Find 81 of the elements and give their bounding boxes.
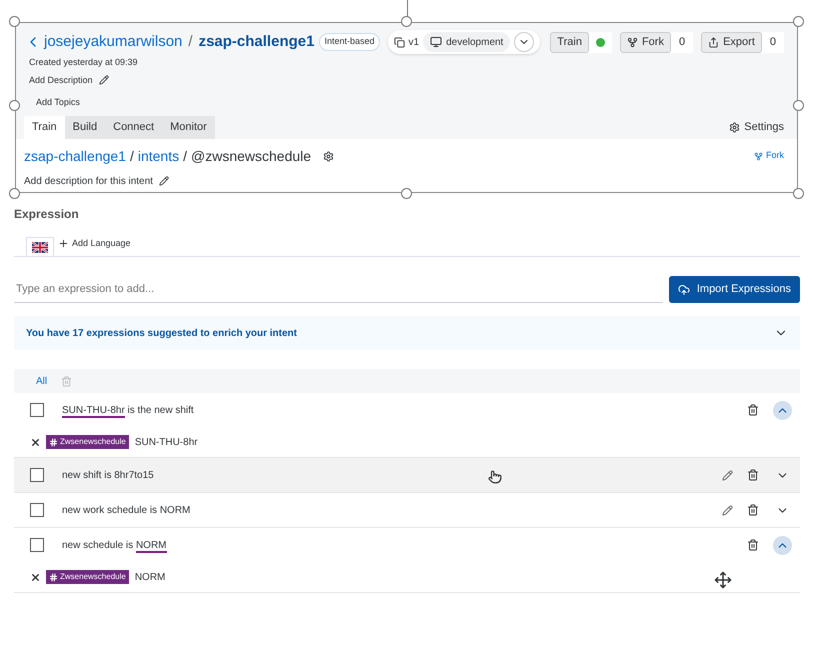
resize-handle[interactable]: [9, 188, 20, 198]
expression-text: new work schedule is NORM: [62, 504, 190, 518]
resize-handle[interactable]: [793, 100, 804, 111]
owner-link[interactable]: josejeyakumarwilson: [44, 30, 182, 54]
settings-icon[interactable]: [323, 150, 334, 162]
uk-flag-icon: [32, 242, 48, 253]
created-label: Created yesterday at 09:39: [29, 56, 139, 69]
pencil-icon[interactable]: [98, 75, 109, 86]
action-button[interactable]: Fork: [620, 32, 671, 52]
remove-icon[interactable]: [30, 436, 41, 448]
monitor-icon: [430, 36, 442, 48]
resize-handle[interactable]: [793, 16, 804, 27]
add-description-link[interactable]: Add Description: [29, 74, 93, 87]
hash-icon: [49, 572, 58, 582]
tab[interactable]: Connect: [105, 116, 162, 138]
version-label: v1: [408, 36, 420, 50]
expression-text: SUN-THU-8hr is the new shift: [62, 404, 194, 418]
path-separator: /: [130, 146, 134, 166]
expression-input[interactable]: Type an expression to add...: [14, 276, 663, 302]
tab[interactable]: Monitor: [162, 116, 215, 138]
settings-icon: [729, 122, 740, 133]
action-button[interactable]: Export: [701, 32, 762, 52]
resize-handle[interactable]: [9, 100, 20, 111]
fork-icon: [626, 36, 638, 48]
pencil-icon[interactable]: [158, 176, 169, 186]
move-cursor-icon: [714, 571, 732, 589]
export-icon: [708, 36, 720, 48]
project-link[interactable]: zsap-challenge1: [24, 146, 126, 166]
suggestion-banner[interactable]: You have 17 expressions suggested to enrich your intent: [14, 316, 800, 350]
entity-value: NORM: [134, 570, 166, 584]
expression-row[interactable]: new shift is 8hr7to15: [14, 458, 800, 492]
remove-icon[interactable]: [30, 572, 41, 582]
section-title: Expression: [14, 206, 80, 222]
pencil-icon[interactable]: [722, 504, 733, 516]
environment-button[interactable]: development: [423, 32, 510, 52]
trash-icon[interactable]: [747, 404, 759, 416]
pencil-icon[interactable]: [722, 470, 733, 480]
expression-text: new shift is 8hr7to15: [62, 468, 154, 482]
add-language-button[interactable]: Add Language: [58, 236, 131, 250]
expression-text: new schedule is NORM: [62, 538, 166, 552]
count-label: 0: [678, 34, 686, 50]
entity-value: SUN-THU-8hr: [134, 436, 198, 450]
resize-handle[interactable]: [793, 188, 804, 198]
trash-icon[interactable]: [747, 539, 759, 551]
path-separator: /: [183, 146, 187, 166]
resize-handle[interactable]: [9, 16, 20, 27]
environment-dropdown[interactable]: [514, 32, 534, 52]
entity-tag[interactable]: Zwsenewschedule: [46, 435, 129, 449]
hand-cursor-icon: [488, 470, 502, 484]
path-separator: /: [188, 32, 193, 52]
language-tab[interactable]: [26, 237, 54, 256]
checkbox[interactable]: [30, 503, 44, 517]
cloud-upload-icon: [678, 284, 690, 296]
trash-icon[interactable]: [747, 504, 759, 516]
intent-name: @zwsnewschedule: [191, 146, 312, 166]
action-button[interactable]: Train: [550, 32, 589, 52]
intents-link[interactable]: intents: [138, 146, 180, 166]
project-type-badge: Intent-based: [319, 33, 380, 51]
resize-handle[interactable]: [401, 16, 412, 27]
copy-icon: [394, 36, 405, 48]
entity-tag[interactable]: Zwsenewschedule: [46, 570, 129, 584]
add-topics-link[interactable]: Add Topics: [36, 96, 80, 110]
checkbox[interactable]: [30, 538, 44, 552]
tab[interactable]: Train: [24, 116, 65, 138]
expand-toggle[interactable]: [773, 536, 792, 554]
import-button[interactable]: Import Expressions: [668, 276, 800, 303]
suggestion-text: You have 17 expressions suggested to enrich your intent: [26, 326, 297, 340]
hash-icon: [49, 438, 58, 446]
fork-link[interactable]: Fork: [754, 149, 784, 163]
filter-all-tab[interactable]: All: [36, 374, 48, 388]
trash-icon[interactable]: [747, 469, 759, 481]
fork-icon: [754, 152, 763, 160]
checkbox[interactable]: [30, 468, 44, 482]
settings-button[interactable]: Settings: [729, 119, 784, 136]
project-title: zsap-challenge1: [198, 32, 314, 52]
expand-toggle[interactable]: [773, 400, 792, 420]
count-label: 0: [768, 34, 777, 50]
intent-description-link[interactable]: Add description for this intent: [24, 174, 153, 188]
plus-icon: [58, 238, 69, 249]
tab[interactable]: Build: [64, 116, 106, 138]
checkbox[interactable]: [30, 403, 44, 417]
